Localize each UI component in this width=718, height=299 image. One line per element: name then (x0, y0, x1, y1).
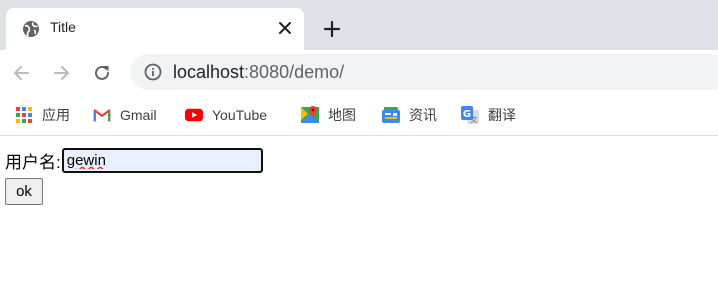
maps-icon (301, 106, 319, 124)
globe-icon (22, 20, 40, 38)
browser-tab[interactable]: Title (6, 8, 304, 50)
username-label: 用户名: (5, 153, 61, 172)
bookmark-maps[interactable]: 地图 (301, 104, 356, 126)
url-host: localhost (173, 62, 245, 82)
plus-icon[interactable] (320, 17, 344, 41)
reload-icon[interactable] (90, 61, 114, 85)
bookmark-label: 翻译 (488, 107, 516, 123)
username-input[interactable] (61, 148, 263, 173)
bookmark-apps[interactable]: 应用 (15, 104, 70, 126)
tab-strip: Title (0, 0, 718, 50)
bookmark-label: 资讯 (409, 107, 437, 123)
back-arrow-icon[interactable] (9, 61, 33, 85)
bookmark-news[interactable]: 资讯 (382, 104, 437, 126)
info-icon[interactable] (144, 63, 162, 81)
page-content: 用户名: ok (0, 136, 718, 299)
url-text: localhost:8080/demo/ (173, 62, 344, 83)
browser-toolbar: localhost:8080/demo/ (0, 50, 718, 96)
youtube-icon (185, 106, 203, 124)
bookmark-gmail[interactable]: Gmail (93, 104, 157, 126)
close-icon[interactable] (276, 19, 294, 37)
svg-text:文: 文 (471, 115, 478, 124)
bookmark-label: 应用 (42, 107, 70, 123)
address-bar[interactable]: localhost:8080/demo/ (130, 54, 718, 90)
forward-arrow-icon[interactable] (50, 61, 74, 85)
url-path: :8080/demo/ (244, 62, 345, 82)
apps-grid-icon (15, 106, 33, 124)
news-icon (382, 106, 400, 124)
bookmarks-bar: 应用 Gmail YouTube 地图 资讯 G 文 翻译 (0, 96, 718, 136)
bookmark-label: 地图 (328, 107, 356, 123)
bookmark-label: YouTube (212, 107, 268, 123)
translate-icon: G 文 (461, 106, 479, 124)
bookmark-youtube[interactable]: YouTube (185, 104, 267, 126)
gmail-icon (93, 106, 111, 124)
username-row: 用户名: (5, 148, 263, 173)
bookmark-label: Gmail (120, 107, 157, 123)
bookmark-translate[interactable]: G 文 翻译 (461, 104, 516, 126)
tab-title: Title (50, 19, 76, 35)
ok-button[interactable]: ok (5, 178, 43, 205)
